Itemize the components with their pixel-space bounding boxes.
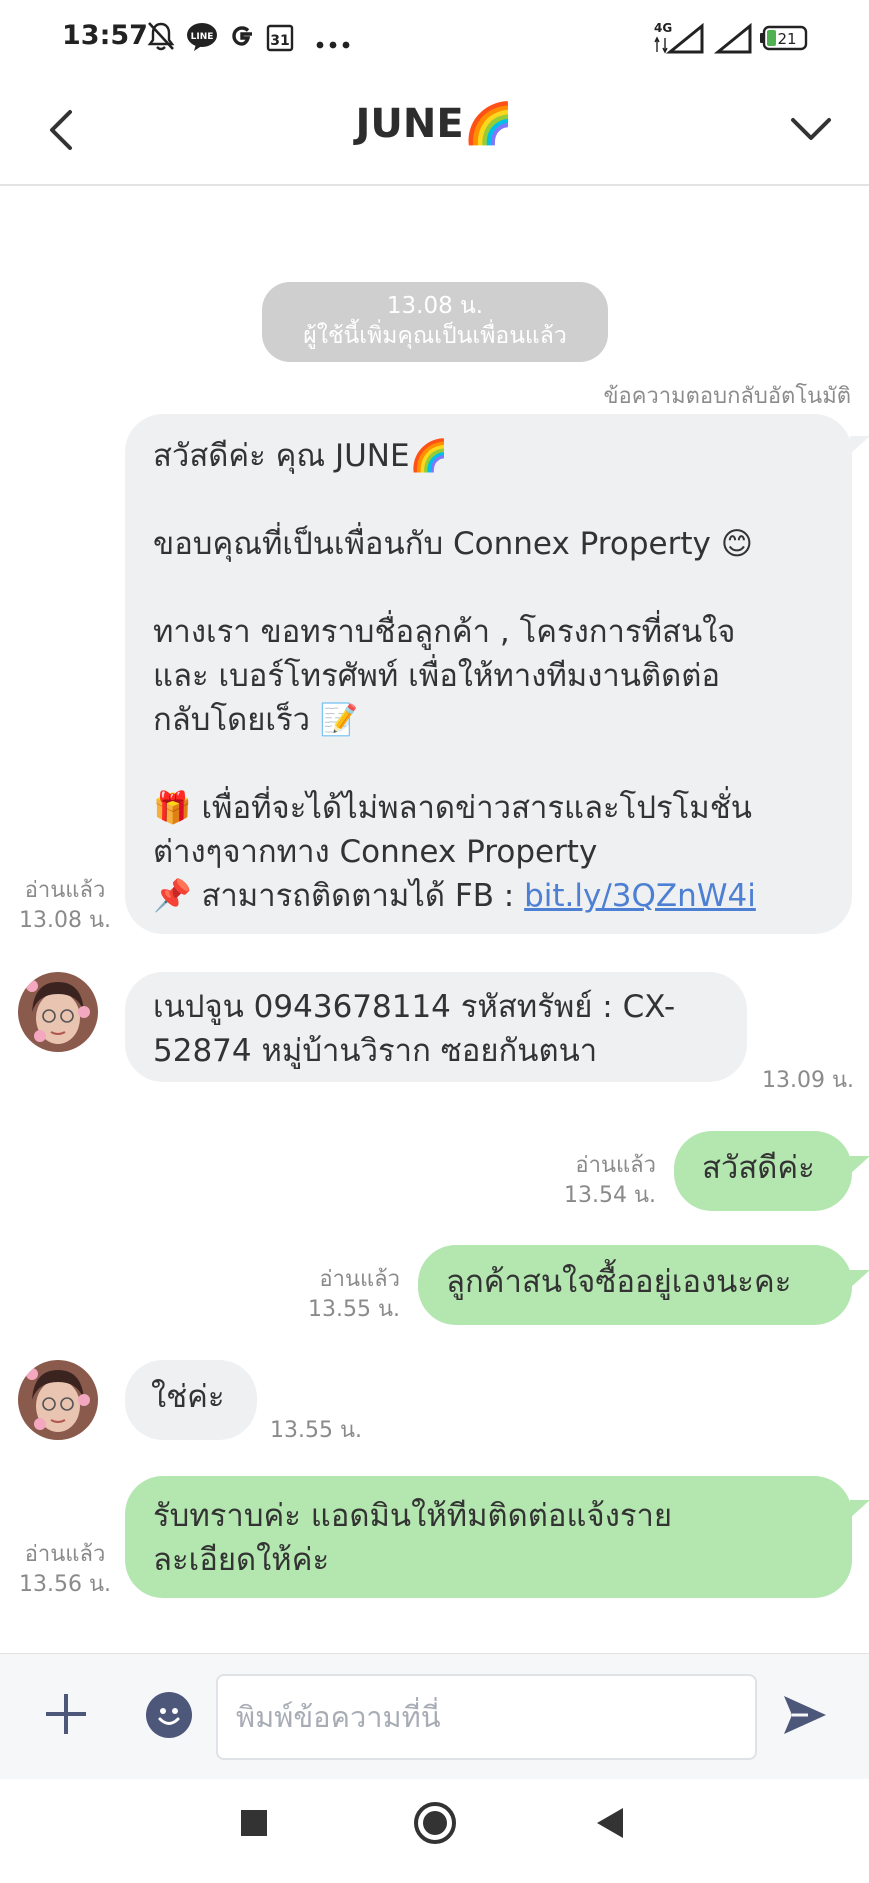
add-attachment-button[interactable]	[44, 1692, 88, 1736]
plus-icon	[46, 1694, 86, 1734]
message-text: ลูกค้าสนใจซื้ออยู่เองนะคะ	[446, 1264, 792, 1300]
recent-apps-button[interactable]	[240, 1809, 268, 1841]
google-icon	[228, 22, 256, 54]
read-receipt: อ่านแล้ว	[575, 1153, 656, 1178]
message-meta: อ่านแล้ว 13.08 น.	[10, 876, 120, 936]
message-line: 52874 หมู่บ้านวิราก ซอยกันตนา	[153, 1033, 598, 1069]
message-line: เนปจูน 0943678114 รหัสทรัพย์ : CX-	[153, 989, 676, 1025]
status-time: 13:57	[62, 20, 148, 51]
message-text: สวัสดีค่ะ	[702, 1150, 815, 1186]
home-button[interactable]	[413, 1801, 457, 1849]
system-message-time: 13.08 น.	[386, 293, 484, 319]
smiley-icon	[158, 1708, 180, 1725]
message-line: ขอบคุณที่เป็นเพื่อนกับ Connex Property 😊	[153, 526, 754, 562]
chevron-down-icon	[791, 118, 831, 140]
system-message-text: ผู้ใช้นี้เพิ่มคุณเป็นเพื่อนแล้ว	[303, 323, 567, 349]
status-bar: 13:57 LINE 31 4G 21	[0, 0, 869, 78]
message-line: ละเอียดให้ค่ะ	[153, 1542, 330, 1578]
message-line: สวัสดีค่ะ คุณ JUNE🌈	[153, 438, 449, 474]
back-nav-button[interactable]	[596, 1807, 624, 1843]
message-time: 13.54 น.	[563, 1183, 656, 1208]
home-icon	[414, 1802, 456, 1844]
send-icon	[784, 1696, 826, 1734]
message-time: 13.56 น.	[18, 1572, 111, 1597]
message-time: 13.55 น.	[270, 1418, 363, 1443]
battery-icon: 21	[760, 24, 810, 56]
chat-screen: 13:57 LINE 31 4G 21 JUNE🌈 13.08 น. ผู้ใช…	[0, 0, 869, 1883]
message-bubble-outgoing[interactable]: สวัสดีค่ะ	[674, 1131, 852, 1211]
calendar-icon: 31	[266, 22, 294, 56]
message-input-bar	[0, 1653, 869, 1779]
message-line: รับทราบค่ะ แอดมินให้ทีมติดต่อแจ้งราย	[153, 1498, 673, 1534]
message-line: ทางเรา ขอทราบชื่อลูกค้า , โครงการที่สนใจ	[153, 614, 736, 650]
svg-text:21: 21	[777, 30, 796, 48]
recent-apps-icon	[241, 1810, 267, 1836]
message-line: 📌 สามารถติดตามได้ FB : bit.ly/3QZnW4i	[153, 874, 824, 918]
chat-menu-button[interactable]	[783, 100, 839, 160]
chat-messages[interactable]: 13.08 น. ผู้ใช้นี้เพิ่มคุณเป็นเพื่อนแล้ว…	[0, 188, 869, 1653]
message-meta: อ่านแล้ว 13.55 น.	[284, 1265, 400, 1325]
bubble-tail	[850, 1156, 869, 1174]
bell-off-icon	[146, 20, 176, 56]
message-input[interactable]	[216, 1674, 757, 1760]
signal-icon	[713, 22, 754, 60]
message-time: 13.55 น.	[307, 1297, 400, 1322]
bubble-tail	[850, 1500, 869, 1518]
avatar[interactable]	[18, 1360, 98, 1440]
message-line: กลับโดยเร็ว 📝	[153, 702, 359, 738]
bubble-tail	[850, 436, 869, 454]
read-receipt: อ่านแล้ว	[24, 878, 106, 903]
avatar[interactable]	[18, 972, 98, 1052]
message-line: และ เบอร์โทรศัพท์ เพื่อให้ทางทีมงานติดต่…	[153, 658, 720, 694]
system-nav-bar	[0, 1779, 869, 1883]
message-bubble-outgoing[interactable]: ลูกค้าสนใจซื้ออยู่เองนะคะ	[418, 1245, 852, 1325]
message-line: ต่างๆจากทาง Connex Property	[153, 834, 598, 870]
emoji-button[interactable]	[146, 1692, 192, 1738]
message-bubble-welcome[interactable]: สวัสดีค่ะ คุณ JUNE🌈 ขอบคุณที่เป็นเพื่อนก…	[125, 414, 852, 934]
bubble-tail	[850, 1270, 869, 1288]
message-text: ใช่ค่ะ	[151, 1379, 225, 1415]
svg-text:4G: 4G	[654, 21, 672, 35]
message-bubble-outgoing[interactable]: รับทราบค่ะ แอดมินให้ทีมติดต่อแจ้งราย ละเ…	[125, 1476, 852, 1598]
back-icon	[597, 1808, 623, 1838]
message-meta: อ่านแล้ว 13.56 น.	[10, 1540, 120, 1600]
line-app-icon: LINE	[186, 22, 218, 56]
message-bubble-incoming[interactable]: เนปจูน 0943678114 รหัสทรัพย์ : CX- 52874…	[125, 972, 747, 1082]
signal-4g-icon: 4G	[652, 20, 706, 60]
svg-text:31: 31	[270, 33, 289, 49]
message-time: 13.08 น.	[18, 908, 111, 933]
message-time: 13.09 น.	[762, 1068, 855, 1093]
message-text: 📌 สามารถติดตามได้ FB :	[153, 878, 525, 914]
system-message: 13.08 น. ผู้ใช้นี้เพิ่มคุณเป็นเพื่อนแล้ว	[262, 282, 608, 362]
read-receipt: อ่านแล้ว	[319, 1267, 400, 1292]
read-receipt: อ่านแล้ว	[24, 1542, 106, 1567]
svg-text:LINE: LINE	[191, 32, 214, 42]
message-meta: อ่านแล้ว 13.54 น.	[540, 1151, 656, 1211]
facebook-link[interactable]: bit.ly/3QZnW4i	[524, 878, 756, 914]
send-button[interactable]	[780, 1690, 828, 1740]
chat-header: JUNE🌈	[0, 78, 869, 186]
message-line: 🎁 เพื่อที่จะได้ไม่พลาดข่าวสารและโปรโมชั่…	[153, 790, 752, 826]
message-bubble-incoming[interactable]: ใช่ค่ะ	[125, 1360, 257, 1440]
chat-title[interactable]: JUNE🌈	[0, 100, 869, 147]
auto-reply-label: ข้อความตอบกลับอัตโนมัติ	[603, 384, 851, 409]
more-dots-icon	[316, 34, 350, 53]
